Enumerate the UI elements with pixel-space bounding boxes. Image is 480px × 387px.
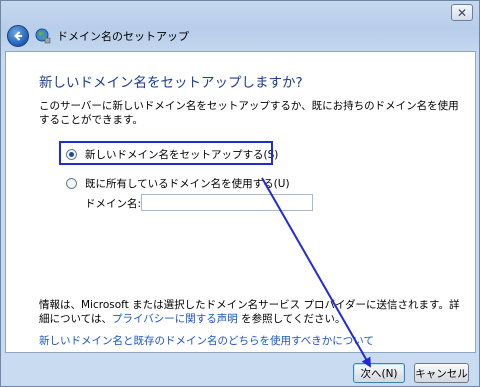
- globe-network-icon: [35, 28, 51, 44]
- description-text: このサーバーに新しいドメイン名をセットアップするか、既にお持ちのドメイン名を使用…: [39, 100, 459, 126]
- domain-name-label: ドメイン名:: [85, 198, 142, 210]
- next-button[interactable]: 次へ(N): [353, 363, 405, 383]
- dialog-window: ✕ ドメイン名のセットアップ 新しいドメイン名をセットアップしますか? このサー…: [0, 0, 480, 387]
- domain-name-input[interactable]: [141, 194, 313, 211]
- footer: 次へ(N) キャンセル: [1, 353, 480, 387]
- domain-help-link[interactable]: 新しいドメイン名と既存のドメイン名のどちらを使用すべきかについて: [39, 333, 374, 348]
- info-text-part-2: を参照してください。: [237, 313, 346, 325]
- annotation-highlight-box: [59, 141, 273, 165]
- close-icon: ✕: [456, 5, 468, 20]
- info-text: 情報は、Microsoft または選択したドメイン名サービス プロバイダーに送信…: [39, 298, 464, 326]
- close-button[interactable]: ✕: [451, 4, 473, 21]
- content-panel: 新しいドメイン名をセットアップしますか? このサーバーに新しいドメイン名をセット…: [5, 51, 476, 353]
- option-existing-domain[interactable]: 既に所有しているドメイン名を使用する(U): [66, 176, 290, 191]
- privacy-statement-link[interactable]: プライバシーに関する声明: [112, 313, 238, 325]
- window-title: ドメイン名のセットアップ: [57, 30, 189, 43]
- radio-existing-domain[interactable]: [66, 178, 77, 189]
- option-existing-domain-label: 既に所有しているドメイン名を使用する(U): [85, 178, 290, 190]
- header: ドメイン名のセットアップ: [5, 23, 475, 49]
- back-arrow-icon: [14, 31, 22, 41]
- back-button[interactable]: [7, 25, 29, 47]
- cancel-button[interactable]: キャンセル: [414, 363, 469, 383]
- page-heading: 新しいドメイン名をセットアップしますか?: [39, 75, 303, 91]
